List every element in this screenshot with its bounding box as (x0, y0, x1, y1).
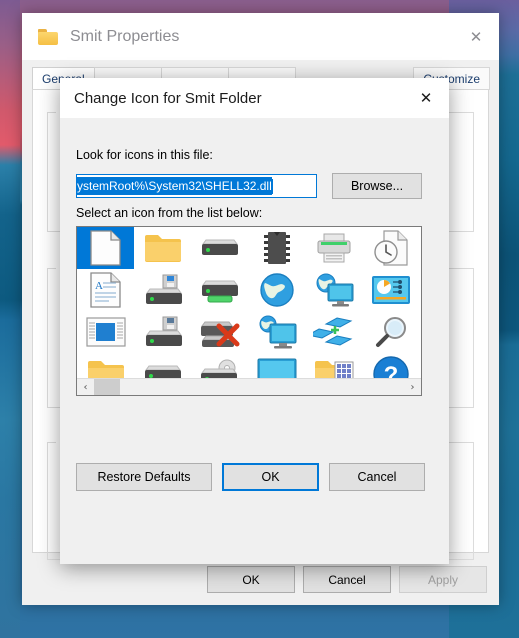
parent-apply-button: Apply (399, 566, 487, 593)
text-caret (271, 178, 273, 194)
icon-cell-folder[interactable] (134, 227, 191, 269)
icon-cell-blue-frame[interactable] (419, 227, 421, 269)
icon-cell-floppy-disk-drive[interactable] (134, 311, 191, 353)
dialog-cancel-button[interactable]: Cancel (329, 463, 425, 491)
look-for-icons-label: Look for icons in this file: (76, 148, 213, 162)
scrollbar-thumb[interactable] (94, 379, 120, 395)
icon-file-path-input[interactable]: ystemRoot%\System32\SHELL32.dll (76, 174, 317, 198)
browse-button[interactable]: Browse... (332, 173, 422, 199)
icon-file-path-value: ystemRoot%\System32\SHELL32.dll (77, 177, 272, 195)
icon-cell-application-window[interactable] (77, 311, 134, 353)
scrollbar-track[interactable] (94, 379, 404, 395)
select-icon-label: Select an icon from the list below: (76, 206, 263, 220)
parent-button-row: OK Cancel Apply (207, 566, 487, 593)
parent-close-icon[interactable]: ✕ (453, 13, 499, 60)
icon-cell-floppy-drive[interactable] (134, 269, 191, 311)
icon-cell-globe[interactable] (248, 269, 305, 311)
icon-cell-sleep-monitor[interactable] (419, 269, 421, 311)
parent-cancel-button[interactable]: Cancel (303, 566, 391, 593)
folder-icon (38, 28, 58, 45)
icon-cell-network-computer[interactable] (305, 269, 362, 311)
icon-cell-blank-document[interactable] (77, 227, 134, 269)
dialog-title: Change Icon for Smit Folder (74, 89, 262, 107)
scroll-left-arrow-icon[interactable]: ‹ (77, 379, 94, 395)
icon-cell-recent-document[interactable] (362, 227, 419, 269)
dialog-body: Look for icons in this file: ystemRoot%\… (60, 118, 449, 564)
icon-grid: A ? (77, 227, 421, 395)
icon-cell-disconnected-drive[interactable] (191, 311, 248, 353)
dialog-close-icon[interactable]: ✕ (403, 78, 449, 118)
icon-list-box[interactable]: A ? ‹ › (76, 226, 422, 396)
icon-cell-green-drive[interactable] (191, 269, 248, 311)
scroll-right-arrow-icon[interactable]: › (404, 379, 421, 395)
icon-cell-network-pc[interactable] (248, 311, 305, 353)
icon-cell-performance-monitor[interactable] (362, 269, 419, 311)
icon-cell-text-document[interactable]: A (77, 269, 134, 311)
icon-list-horizontal-scrollbar[interactable]: ‹ › (77, 378, 421, 395)
icon-cell-printer[interactable] (305, 227, 362, 269)
dialog-title-bar: Change Icon for Smit Folder ✕ (60, 78, 449, 118)
dialog-button-row: Restore Defaults OK Cancel (76, 463, 425, 491)
dialog-ok-button[interactable]: OK (222, 463, 319, 491)
wallpaper-left-band (0, 0, 20, 638)
svg-text:A: A (95, 280, 103, 292)
icon-cell-usb-back-arrow[interactable] (419, 311, 421, 353)
restore-defaults-button[interactable]: Restore Defaults (76, 463, 212, 491)
icon-cell-memory-chip[interactable] (248, 227, 305, 269)
icon-cell-network-links[interactable] (305, 311, 362, 353)
icon-cell-search-magnifier[interactable] (362, 311, 419, 353)
parent-window-title: Smit Properties (70, 27, 180, 45)
icon-cell-hard-drive[interactable] (191, 227, 248, 269)
parent-ok-button[interactable]: OK (207, 566, 295, 593)
parent-title-bar: Smit Properties ✕ (22, 13, 499, 60)
change-icon-dialog: Change Icon for Smit Folder ✕ Look for i… (60, 78, 449, 564)
